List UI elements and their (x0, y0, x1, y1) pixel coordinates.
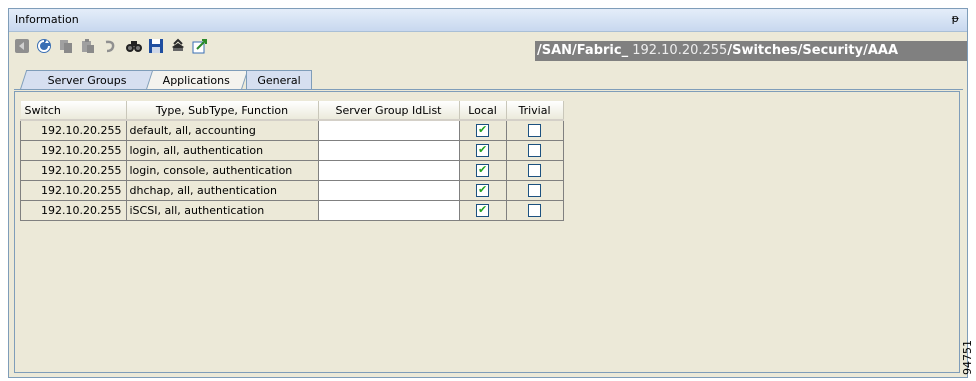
breadcrumb-prefix: /SAN/Fabric_ (537, 43, 629, 58)
table-row[interactable]: 192.10.20.255 iSCSI, all, authentication (20, 200, 564, 221)
tab-label: Applications (163, 74, 231, 87)
trivial-checkbox[interactable] (528, 164, 541, 178)
cell-type: dhchap, all, authentication (125, 180, 319, 201)
trivial-checkbox[interactable] (528, 124, 541, 138)
cell-switch: 192.10.20.255 (20, 200, 127, 221)
save-icon[interactable] (147, 37, 165, 55)
table-row[interactable]: 192.10.20.255 login, console, authentica… (20, 160, 564, 181)
cell-type: default, all, accounting (125, 119, 319, 141)
table-container: Switch Type, SubType, Function Server Gr… (14, 91, 960, 373)
cell-local (458, 180, 507, 201)
local-checkbox[interactable] (476, 163, 489, 178)
cell-trivial (505, 200, 564, 221)
cell-trivial (505, 119, 564, 141)
cell-server-group[interactable] (317, 180, 460, 201)
trivial-checkbox[interactable] (528, 204, 541, 218)
breadcrumb: /SAN/Fabric_ 192.10.20.255/Switches/Secu… (535, 41, 967, 61)
panel-title: Information (15, 13, 79, 26)
figure-id-watermark: 94751 (961, 340, 974, 375)
pin-icon[interactable]: ᵽ (952, 12, 959, 25)
tab-label: General (257, 74, 301, 87)
local-checkbox[interactable] (476, 143, 489, 158)
tab-label: Server Groups (47, 74, 127, 87)
tab-applications[interactable]: Applications (145, 70, 249, 90)
trivial-checkbox[interactable] (528, 144, 541, 158)
local-checkbox[interactable] (476, 183, 489, 198)
panel-titlebar: Information ᵽ (9, 9, 967, 32)
breadcrumb-ip: 192.10.20.255 (628, 43, 728, 58)
cell-local (458, 160, 507, 181)
table-row[interactable]: 192.10.20.255 default, all, accounting (20, 119, 564, 141)
local-checkbox[interactable] (476, 203, 489, 218)
undo-icon[interactable] (101, 37, 119, 55)
cell-switch: 192.10.20.255 (20, 119, 127, 141)
cell-switch: 192.10.20.255 (20, 160, 127, 181)
cell-trivial (505, 160, 564, 181)
cell-local (458, 119, 507, 141)
aaa-applications-table: Switch Type, SubType, Function Server Gr… (20, 101, 564, 221)
column-header-trivial[interactable]: Trivial (506, 101, 564, 121)
column-header-type[interactable]: Type, SubType, Function (126, 101, 319, 121)
column-header-local[interactable]: Local (459, 101, 507, 121)
cell-type: iSCSI, all, authentication (125, 200, 319, 221)
cell-switch: 192.10.20.255 (20, 140, 127, 161)
refresh-icon[interactable] (35, 37, 53, 55)
tab-server-groups[interactable]: Server Groups (19, 70, 155, 90)
breadcrumb-suffix: /Switches/Security/AAA (727, 43, 899, 58)
table-header-row: Switch Type, SubType, Function Server Gr… (20, 101, 564, 121)
column-header-switch[interactable]: Switch (20, 101, 127, 121)
copy-icon[interactable] (57, 37, 75, 55)
cell-server-group[interactable] (317, 160, 460, 181)
back-icon[interactable] (13, 37, 31, 55)
cell-trivial (505, 180, 564, 201)
cell-type: login, console, authentication (125, 160, 319, 181)
cell-switch: 192.10.20.255 (20, 180, 127, 201)
cell-local (458, 140, 507, 161)
print-icon[interactable] (169, 37, 187, 55)
table-row[interactable]: 192.10.20.255 login, all, authentication (20, 140, 564, 161)
cell-local (458, 200, 507, 221)
tab-strip: Server Groups Applications General (9, 66, 967, 90)
cell-server-group[interactable] (317, 119, 460, 141)
tab-general[interactable]: General (246, 70, 312, 90)
cell-trivial (505, 140, 564, 161)
export-icon[interactable] (191, 37, 209, 55)
paste-icon[interactable] (79, 37, 97, 55)
cell-type: login, all, authentication (125, 140, 319, 161)
tab-divider (14, 89, 963, 90)
trivial-checkbox[interactable] (528, 184, 541, 198)
cell-server-group[interactable] (317, 140, 460, 161)
table-row[interactable]: 192.10.20.255 dhchap, all, authenticatio… (20, 180, 564, 201)
information-panel: Information ᵽ /SAN/Fabric_ 192.10.20.255… (8, 8, 968, 378)
find-icon[interactable] (125, 37, 143, 55)
cell-server-group[interactable] (317, 200, 460, 221)
column-header-server-group[interactable]: Server Group IdList (318, 101, 460, 121)
local-checkbox[interactable] (476, 123, 489, 138)
